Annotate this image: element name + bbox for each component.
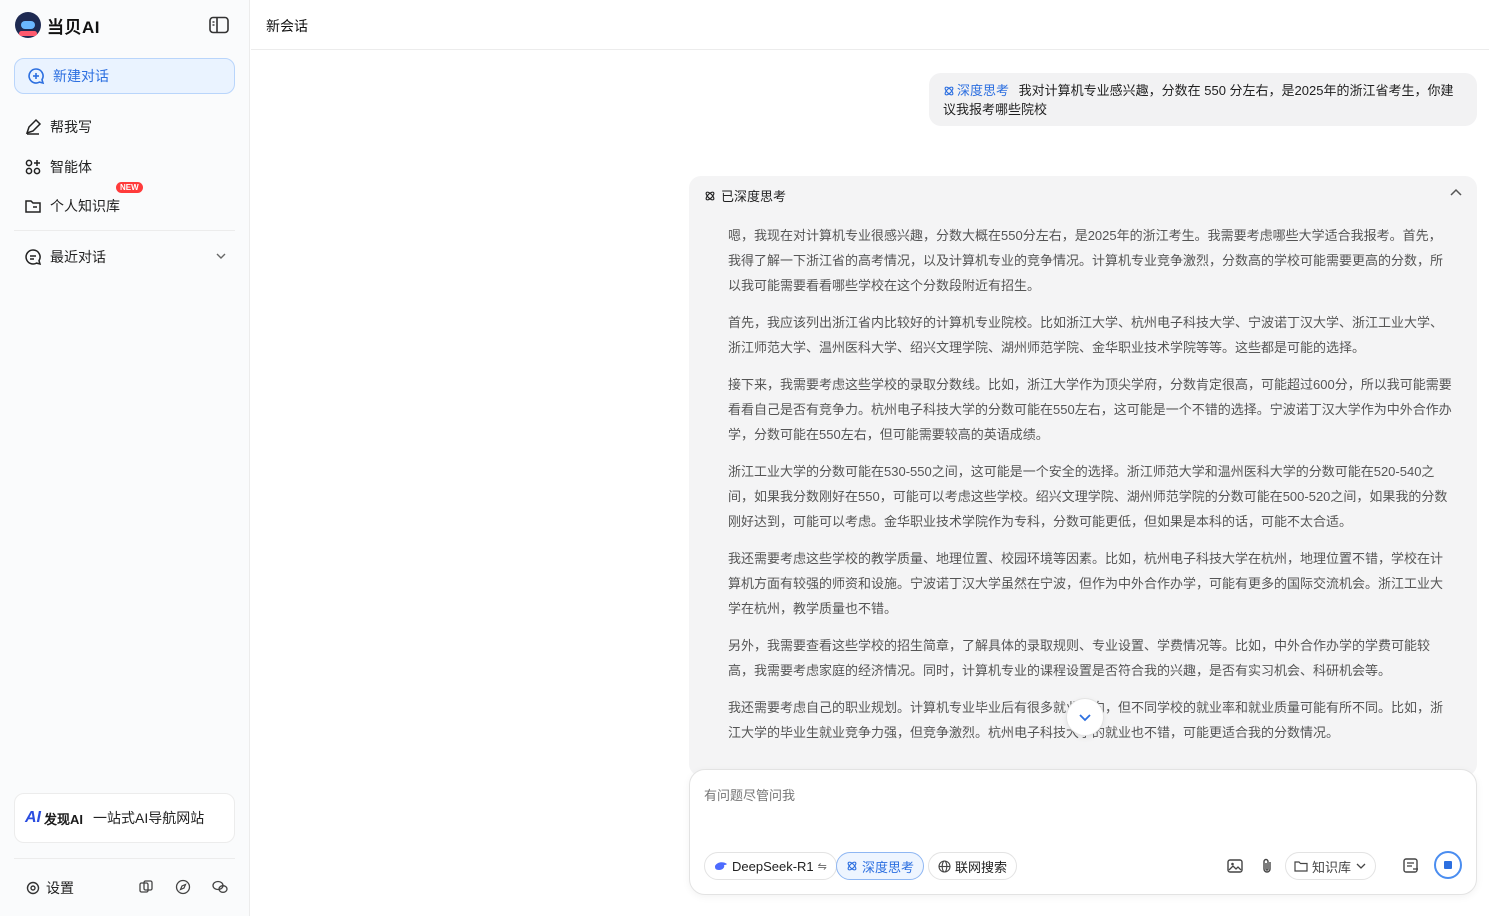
swap-icon: ⇋: [817, 860, 827, 873]
chevron-down-icon: [1356, 863, 1366, 869]
deep-think-tag: 深度思考: [943, 83, 1013, 98]
new-badge: NEW: [116, 182, 143, 193]
thinking-header-label: 已深度思考: [721, 189, 787, 204]
knowledge-base-dropdown[interactable]: 知识库: [1285, 852, 1377, 880]
deep-think-tag-label: 深度思考: [957, 83, 1010, 98]
chat-bubble-icon: [25, 249, 42, 266]
atom-icon: [705, 191, 715, 200]
ai-logo-icon: AI: [25, 809, 41, 826]
web-search-label: 联网搜索: [955, 859, 1008, 875]
page-title: 新会话: [266, 18, 308, 34]
thinking-panel: 已深度思考 嗯，我现在对计算机专业很感兴趣，分数大概在550分左右，是2025年…: [689, 176, 1477, 776]
sidebar-item-label: 帮我写: [50, 119, 92, 135]
stop-icon: [1444, 861, 1452, 869]
image-upload-icon[interactable]: [1226, 857, 1244, 875]
attachment-icon[interactable]: [1258, 857, 1276, 875]
copy-icon[interactable]: [138, 879, 154, 895]
recent-chats-label: 最近对话: [50, 249, 106, 265]
knowledge-folder-icon: [25, 200, 41, 213]
chevron-down-icon[interactable]: [215, 250, 227, 262]
atom-icon: [944, 86, 954, 96]
globe-icon: [938, 859, 951, 873]
deepseek-whale-icon: [715, 862, 727, 870]
compass-icon[interactable]: [175, 879, 191, 895]
sidebar-item-write[interactable]: 帮我写: [24, 117, 92, 137]
scroll-to-bottom-button[interactable]: [1066, 698, 1104, 736]
thinking-header[interactable]: 已深度思考: [704, 186, 786, 205]
divider: [14, 230, 235, 231]
brand-name: 当贝AI: [47, 17, 100, 37]
thinking-paragraph: 首先，我应该列出浙江省内比较好的计算机专业院校。比如浙江大学、杭州电子科技大学、…: [728, 315, 1444, 355]
pen-icon: [25, 118, 42, 135]
knowledge-base-label: 知识库: [1312, 859, 1352, 875]
new-chat-icon: [28, 68, 45, 85]
sidebar-toggle-icon[interactable]: [209, 16, 229, 34]
sidebar-item-agents[interactable]: 智能体: [24, 157, 92, 177]
notes-icon[interactable]: [1402, 857, 1420, 875]
thinking-paragraph: 我还需要考虑这些学校的教学质量、地理位置、校园环境等因素。比如，杭州电子科技大学…: [728, 551, 1444, 616]
recent-chats-toggle[interactable]: 最近对话: [24, 247, 106, 267]
model-selector[interactable]: DeepSeek-R1 ⇋: [704, 852, 837, 880]
thinking-paragraph: 嗯，我现在对计算机专业很感兴趣，分数大概在550分左右，是2025年的浙江考生。…: [728, 228, 1444, 293]
message-input[interactable]: [704, 788, 1404, 803]
new-chat-button[interactable]: 新建对话: [14, 58, 235, 94]
robot-logo-icon: [15, 12, 41, 38]
model-label: DeepSeek-R1: [732, 858, 814, 874]
promo-banner[interactable]: AI 发现AI 一站式AI导航网站: [14, 793, 235, 843]
sidebar-item-label: 智能体: [50, 159, 92, 175]
chevron-up-icon[interactable]: [1449, 186, 1463, 200]
topbar: 新会话: [251, 0, 1489, 50]
gear-icon: [26, 881, 40, 895]
sidebar-item-label: 个人知识库: [50, 198, 120, 214]
sidebar: 当贝AI 新建对话 帮我写 智能体 个人知识库 NEW 最近对话 AI 发现AI…: [0, 0, 250, 916]
divider: [14, 858, 235, 859]
thinking-content: 嗯，我现在对计算机专业很感兴趣，分数大概在550分左右，是2025年的浙江考生。…: [728, 223, 1452, 757]
new-chat-label: 新建对话: [53, 68, 109, 84]
knowledge-folder-icon: [1294, 861, 1308, 872]
thinking-paragraph: 接下来，我需要考虑这些学校的录取分数线。比如，浙江大学作为顶尖学府，分数肯定很高…: [728, 377, 1452, 442]
composer: DeepSeek-R1 ⇋ 深度思考 联网搜索 知识库: [689, 769, 1477, 895]
wechat-icon[interactable]: [212, 879, 228, 895]
stop-generation-button[interactable]: [1434, 851, 1462, 879]
user-message-text: 我对计算机专业感兴趣，分数在 550 分左右，是2025年的浙江省考生，你建议我…: [943, 83, 1454, 117]
user-message: 深度思考 我对计算机专业感兴趣，分数在 550 分左右，是2025年的浙江省考生…: [929, 73, 1477, 126]
thinking-paragraph: 另外，我需要查看这些学校的招生简章，了解具体的录取规则、专业设置、学费情况等。比…: [728, 638, 1431, 678]
promo-slogan: 一站式AI导航网站: [93, 810, 205, 826]
promo-brand: 发现AI: [44, 811, 84, 827]
settings-label: 设置: [46, 880, 74, 896]
web-search-toggle[interactable]: 联网搜索: [928, 852, 1018, 880]
atom-icon: [847, 861, 857, 871]
deep-think-label: 深度思考: [862, 859, 915, 875]
deep-think-toggle[interactable]: 深度思考: [836, 852, 925, 880]
sidebar-item-knowledge[interactable]: 个人知识库 NEW: [24, 182, 143, 216]
chevron-down-icon: [1079, 714, 1091, 722]
thinking-paragraph: 浙江工业大学的分数可能在530-550之间，这可能是一个安全的选择。浙江师范大学…: [728, 464, 1448, 529]
promo-logo: AI 发现AI: [25, 809, 83, 828]
brand[interactable]: 当贝AI: [15, 12, 100, 38]
settings-button[interactable]: 设置: [26, 878, 74, 898]
agents-icon: [25, 159, 41, 175]
